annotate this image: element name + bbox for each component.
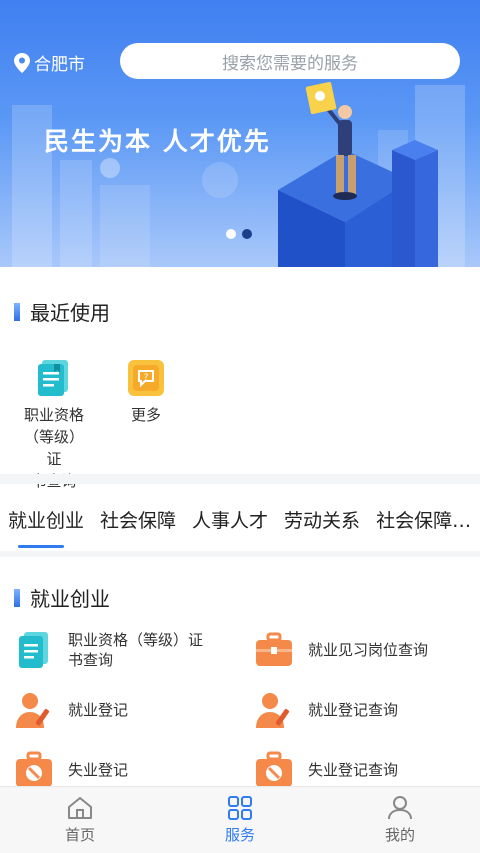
user-icon xyxy=(388,795,412,819)
section-marker xyxy=(14,302,20,321)
location-selector[interactable]: 合肥市 xyxy=(14,50,85,75)
certificate-icon xyxy=(14,630,54,670)
service-item-certificate[interactable]: 职业资格（等级）证 书查询 xyxy=(14,630,234,670)
search-input[interactable]: 搜索您需要的服务 xyxy=(120,43,460,79)
briefcase-icon xyxy=(254,630,294,670)
service-label: 职业资格（等级）证 书查询 xyxy=(68,631,204,669)
recent-section-title: 最近使用 xyxy=(14,297,110,326)
search-placeholder: 搜索您需要的服务 xyxy=(222,53,358,74)
person-edit-icon xyxy=(254,690,294,730)
tab-social-security[interactable]: 社会保障 xyxy=(92,488,184,550)
recent-item-label: 更多 xyxy=(130,406,161,424)
service-label: 就业登记 xyxy=(68,701,129,719)
nav-home[interactable]: 首页 xyxy=(0,787,160,853)
bottom-navigation: 首页 服务 我的 xyxy=(0,786,480,853)
category-tabs: 就业创业 社会保障 人事人才 劳动关系 社会保障… xyxy=(0,488,480,550)
service-label: 就业登记查询 xyxy=(308,701,399,719)
service-item-internship-search[interactable]: 就业见习岗位查询 xyxy=(254,630,474,670)
tab-personnel-talent[interactable]: 人事人才 xyxy=(184,488,276,550)
service-label: 失业登记 xyxy=(68,761,129,779)
service-item-employment-registration-query[interactable]: 就业登记查询 xyxy=(254,690,474,730)
app-screen: 合肥市 搜索您需要的服务 民生为本 人才优先 最近使用 职业资格 （等级）证 书… xyxy=(0,0,480,853)
more-icon: ? xyxy=(128,360,164,396)
recent-item-certificate[interactable]: 职业资格 （等级）证 书查询 xyxy=(18,358,90,492)
grid-icon xyxy=(228,795,252,820)
service-item-employment-registration[interactable]: 就业登记 xyxy=(14,690,234,730)
person-edit-icon xyxy=(14,690,54,730)
tab-social-security-2[interactable]: 社会保障… xyxy=(368,488,479,550)
carousel-dot-active[interactable] xyxy=(242,229,252,239)
service-label: 失业登记查询 xyxy=(308,761,399,779)
tab-employment[interactable]: 就业创业 xyxy=(0,488,92,550)
service-item-unemployment-registration-query[interactable]: 失业登记查询 xyxy=(254,750,474,790)
home-icon xyxy=(68,796,92,819)
nav-label: 服务 xyxy=(224,825,255,844)
certificate-icon xyxy=(38,360,68,396)
services-section-title: 就业创业 xyxy=(14,583,110,612)
services-title-text: 就业创业 xyxy=(30,587,110,611)
service-label: 就业见习岗位查询 xyxy=(308,641,429,659)
section-divider xyxy=(0,474,480,484)
banner-carousel[interactable]: 合肥市 搜索您需要的服务 民生为本 人才优先 xyxy=(0,0,480,267)
svg-text:?: ? xyxy=(144,373,149,383)
service-item-unemployment-registration[interactable]: 失业登记 xyxy=(14,750,234,790)
tab-labor-relations[interactable]: 劳动关系 xyxy=(276,488,368,550)
nav-services[interactable]: 服务 xyxy=(160,787,320,853)
nav-mine[interactable]: 我的 xyxy=(320,787,480,853)
tabs-divider xyxy=(0,551,480,557)
city-label: 合肥市 xyxy=(34,55,85,75)
bag-forbidden-icon xyxy=(14,750,54,790)
location-pin-icon xyxy=(14,52,30,73)
carousel-indicator xyxy=(226,229,252,239)
recent-item-more[interactable]: ? 更多 xyxy=(116,358,176,426)
banner-slogan: 民生为本 人才优先 xyxy=(44,127,271,156)
bag-forbidden-icon xyxy=(254,750,294,790)
recent-title-text: 最近使用 xyxy=(30,301,110,325)
nav-label: 我的 xyxy=(384,825,415,844)
section-marker xyxy=(14,588,20,607)
carousel-dot[interactable] xyxy=(226,229,236,239)
nav-label: 首页 xyxy=(64,825,95,844)
